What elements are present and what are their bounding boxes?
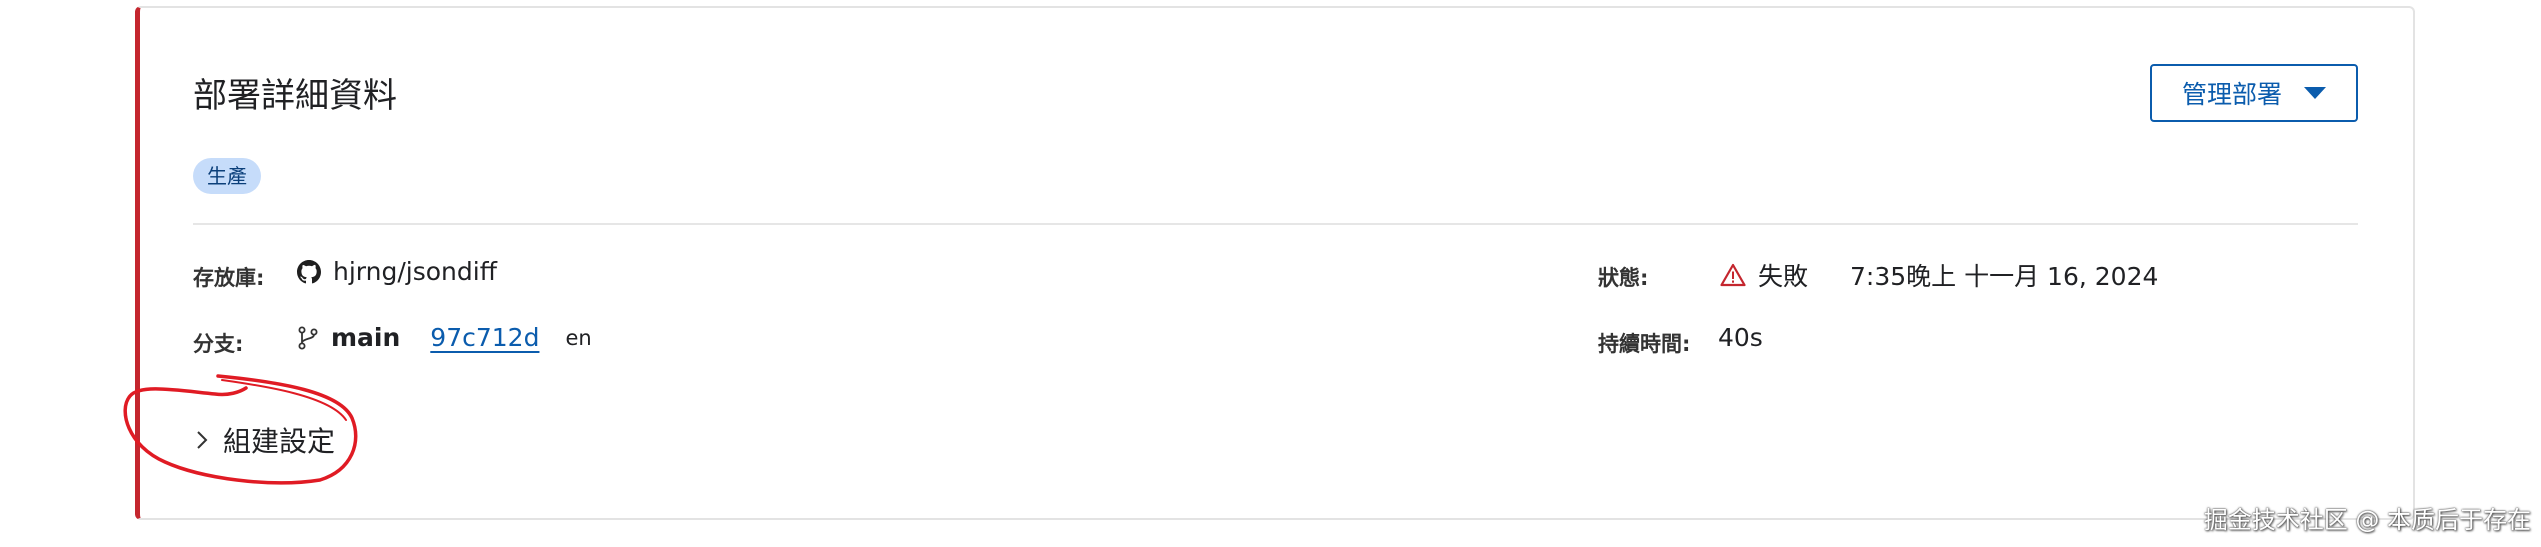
page-title: 部署詳細資料 (193, 76, 397, 116)
branch-label: 分支: (193, 332, 244, 356)
build-settings-label: 組建設定 (223, 425, 336, 458)
caret-down-icon (2304, 87, 2326, 99)
chevron-right-icon (195, 429, 209, 451)
status-label: 狀態: (1598, 266, 1649, 290)
commit-link[interactable]: 97c712d (430, 323, 539, 352)
status-value: 失敗 7:35晚上 十一月 16, 2024 (1720, 257, 2158, 293)
manage-deployment-label: 管理部署 (2181, 80, 2282, 109)
repository-name: hjrng/jsondiff (333, 257, 497, 286)
language-tag: en (565, 325, 592, 350)
git-branch-icon (297, 326, 319, 350)
environment-badge: 生產 (193, 158, 261, 194)
status-timestamp: 7:35晚上 十一月 16, 2024 (1850, 262, 2159, 291)
repository-value: hjrng/jsondiff (297, 257, 497, 286)
duration-label: 持續時間: (1598, 332, 1691, 356)
status-text: 失敗 (1758, 262, 1809, 291)
build-settings-toggle[interactable]: 組建設定 (195, 420, 335, 460)
github-icon (297, 259, 321, 284)
repository-label: 存放庫: (193, 266, 265, 290)
branch-value: main 97c712d en (297, 323, 592, 352)
branch-name: main (331, 323, 401, 352)
duration-value: 40s (1718, 323, 1763, 352)
warning-triangle-icon (1720, 263, 1746, 287)
divider (193, 223, 2358, 225)
manage-deployment-button[interactable]: 管理部署 (2150, 64, 2358, 122)
watermark: 掘金技术社区 @ 本质后于存在 (2203, 506, 2531, 534)
